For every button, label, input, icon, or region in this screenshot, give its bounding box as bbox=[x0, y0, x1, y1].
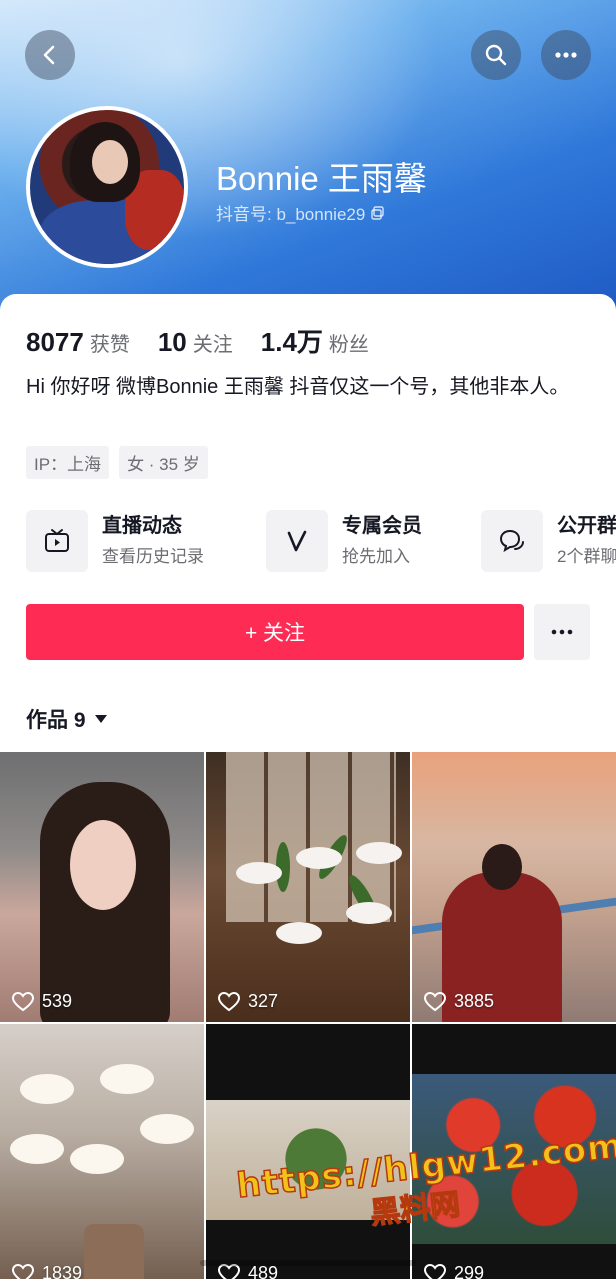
feature-membership-subtitle: 抢先加入 bbox=[342, 547, 410, 566]
following-count[interactable]: 10 bbox=[158, 327, 187, 358]
likes-count-text: 1839 bbox=[42, 1263, 83, 1279]
search-button[interactable] bbox=[471, 30, 521, 80]
feature-live-subtitle: 查看历史记录 bbox=[102, 547, 204, 566]
likes-count-text: 299 bbox=[454, 1263, 485, 1279]
likes-counter: 3885 bbox=[424, 991, 494, 1012]
following-label[interactable]: 关注 bbox=[193, 328, 233, 357]
likes-counter: 299 bbox=[424, 1263, 484, 1279]
stats-row: 8077 获赞 10 关注 1.4万 粉丝 bbox=[26, 322, 397, 359]
video-tile[interactable]: 327 bbox=[206, 752, 410, 1022]
follow-button[interactable]: + 关注 bbox=[26, 604, 524, 660]
video-tile[interactable]: 3885 bbox=[412, 752, 616, 1022]
heart-icon bbox=[218, 991, 240, 1011]
likes-count-text: 3885 bbox=[454, 991, 495, 1011]
feature-group-title: 公开群 bbox=[557, 515, 616, 537]
likes-count: 8077 bbox=[26, 327, 84, 357]
heart-icon bbox=[12, 991, 34, 1011]
avatar[interactable] bbox=[26, 106, 188, 268]
feature-membership-title: 专属会员 bbox=[342, 515, 422, 537]
video-tile[interactable]: 539 bbox=[0, 752, 204, 1022]
works-tab[interactable]: 作品 9 bbox=[26, 704, 108, 734]
likes-count-text: 327 bbox=[248, 991, 279, 1011]
gender-age-tag: 女 · 35 岁 bbox=[119, 446, 208, 479]
feature-group-subtitle: 2个群聊 bbox=[557, 547, 616, 566]
followers-label[interactable]: 粉丝 bbox=[329, 328, 369, 357]
ip-tag: IP：上海 bbox=[26, 446, 110, 479]
tv-icon bbox=[26, 510, 88, 572]
profile-name: Bonnie 王雨馨 bbox=[216, 160, 427, 197]
douyin-id-text: 抖音号: b_bonnie29 bbox=[216, 205, 366, 224]
works-label: 作品 9 bbox=[26, 709, 86, 732]
ellipsis-icon bbox=[551, 629, 573, 635]
feature-live[interactable]: 直播动态 查看历史记录 bbox=[26, 509, 204, 573]
likes-count-text: 539 bbox=[42, 991, 73, 1011]
feature-live-title: 直播动态 bbox=[102, 515, 182, 537]
follow-button-label: + 关注 bbox=[244, 622, 306, 645]
v-icon bbox=[266, 510, 328, 572]
likes-counter: 327 bbox=[218, 991, 278, 1012]
likes-label: 获赞 bbox=[89, 334, 130, 356]
douyin-id[interactable]: 抖音号: b_bonnie29 bbox=[216, 200, 385, 225]
caret-down-icon bbox=[94, 715, 107, 723]
home-indicator[interactable] bbox=[200, 1260, 416, 1266]
follow-more-button[interactable] bbox=[534, 604, 590, 660]
more-options-button[interactable] bbox=[541, 30, 591, 80]
profile-card: 8077 获赞 10 关注 1.4万 粉丝 Hi 你好呀 微博Bonnie 王雨… bbox=[0, 294, 616, 1279]
heart-icon bbox=[424, 991, 446, 1011]
followers-count[interactable]: 1.4万 bbox=[261, 322, 323, 359]
ellipsis-icon bbox=[555, 52, 577, 58]
chevron-left-icon bbox=[43, 45, 55, 65]
feature-group[interactable]: 公开群 2个群聊 bbox=[481, 509, 616, 573]
copy-icon[interactable] bbox=[371, 205, 385, 220]
heart-icon bbox=[424, 1263, 446, 1279]
likes-counter: 1839 bbox=[12, 1263, 82, 1279]
video-tile[interactable]: 1839 bbox=[0, 1024, 204, 1279]
feature-membership[interactable]: 专属会员 抢先加入 bbox=[266, 509, 422, 573]
chat-icon bbox=[481, 510, 543, 572]
heart-icon bbox=[12, 1263, 34, 1279]
profile-header: Bonnie 王雨馨 抖音号: b_bonnie29 bbox=[0, 0, 616, 330]
search-icon bbox=[485, 44, 507, 66]
tags-row: IP：上海 女 · 35 岁 bbox=[26, 446, 208, 479]
feature-row: 直播动态 查看历史记录 专属会员 抢先加入 公开群 2个群聊 bbox=[26, 509, 616, 579]
bio-text: Hi 你好呀 微博Bonnie 王雨馨 抖音仅这一个号，其他非本人。 bbox=[26, 376, 570, 398]
likes-counter: 539 bbox=[12, 991, 72, 1012]
back-button[interactable] bbox=[25, 30, 75, 80]
